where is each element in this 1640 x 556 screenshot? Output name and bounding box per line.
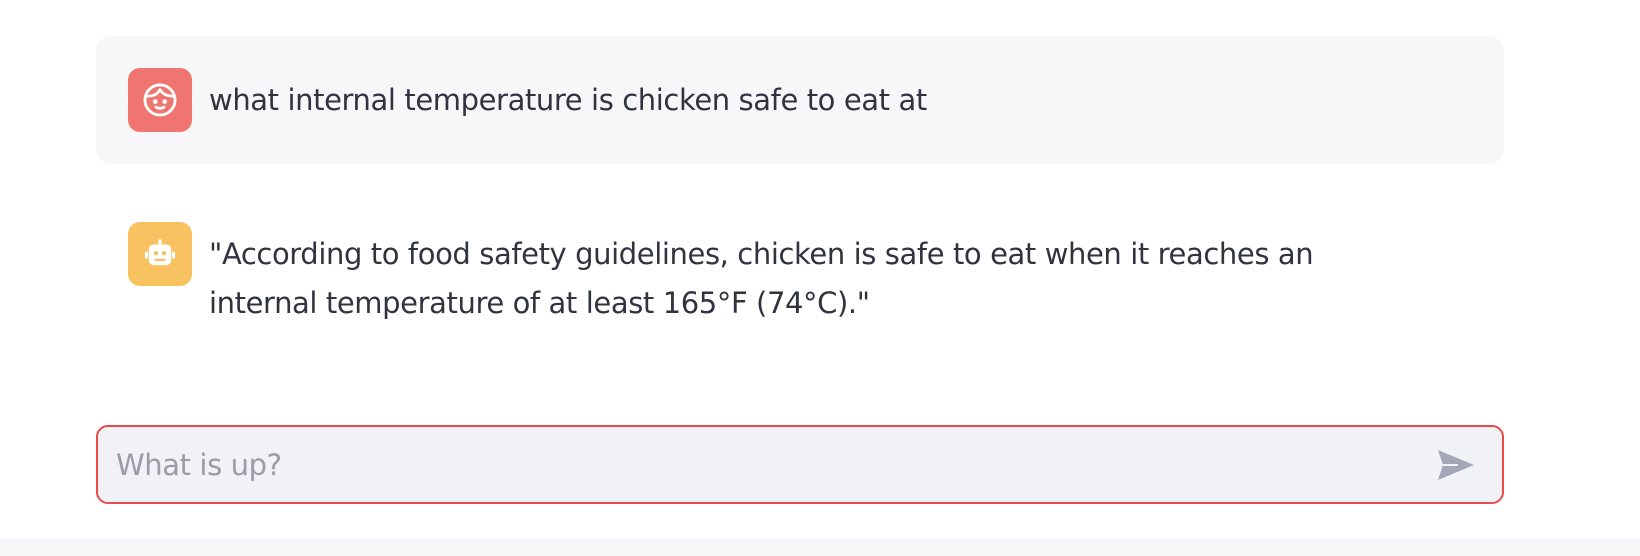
user-message: what internal temperature is chicken saf… [96, 36, 1504, 164]
assistant-message: "According to food safety guidelines, ch… [96, 190, 1504, 360]
user-avatar [128, 68, 192, 132]
send-button[interactable] [1428, 437, 1484, 493]
send-icon [1438, 449, 1474, 480]
chat-input-container [96, 425, 1504, 504]
chat-messages: what internal temperature is chicken saf… [96, 36, 1504, 360]
chat-input[interactable] [98, 427, 1428, 502]
bottom-bar [0, 538, 1640, 556]
robot-icon [144, 238, 176, 266]
assistant-message-text: "According to food safety guidelines, ch… [209, 237, 1314, 320]
assistant-avatar [128, 222, 192, 286]
user-message-text: what internal temperature is chicken saf… [209, 83, 927, 117]
user-face-icon [143, 83, 177, 117]
